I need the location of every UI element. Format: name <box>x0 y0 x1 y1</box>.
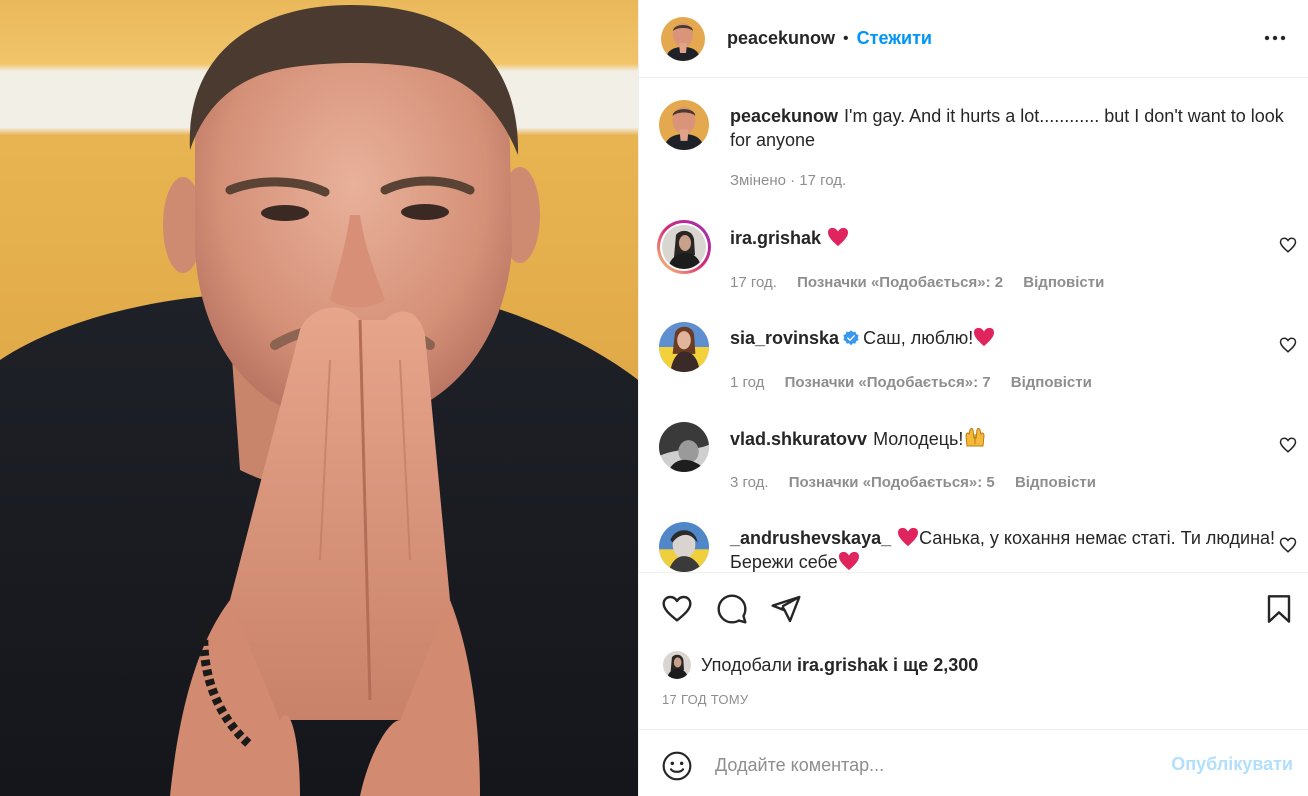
comment-text: Саш, люблю! <box>863 328 974 348</box>
separator-dot: • <box>843 29 849 47</box>
comment-text-block: vlad.shkuratovv Молодець! <box>730 426 1290 451</box>
add-comment-bar: Опублікувати <box>639 729 1308 796</box>
post-photo-image <box>0 0 638 796</box>
bookmark-icon[interactable] <box>1263 593 1295 625</box>
comment-item: ira.grishak 17 год. Позначки «Подобаєтьс… <box>657 220 1299 302</box>
caption-edited-time: Змінено · 17 год. <box>730 172 847 189</box>
post-actions-section: Уподобали ira.grishak і ще 2,300 17 ГОД … <box>639 572 1308 796</box>
comment-meta: 17 год. Позначки «Подобається»: 2 Відпов… <box>730 274 1120 291</box>
comment-like-heart-icon[interactable] <box>1279 536 1297 554</box>
heart-emoji-icon <box>974 327 995 347</box>
caption-row: peacekunow I'm gay. And it hurts a lot...… <box>659 100 1299 200</box>
comment-item: _andrushevskaya_ Санька, у кохання немає … <box>659 522 1299 572</box>
comment-item: sia_rovinska Саш, люблю! 1 год Позначки «… <box>659 322 1299 402</box>
author-avatar[interactable] <box>661 16 705 61</box>
reply-button[interactable]: Відповісти <box>1015 474 1096 491</box>
comment-text-block: _andrushevskaya_ Санька, у кохання немає … <box>730 526 1290 572</box>
comment-username[interactable]: _andrushevskaya_ <box>730 528 891 548</box>
caption-username[interactable]: peacekunow <box>730 106 838 126</box>
publish-button[interactable]: Опублікувати <box>1171 754 1293 775</box>
heart-emoji-icon <box>898 527 919 547</box>
comments-list[interactable]: peacekunow I'm gay. And it hurts a lot...… <box>639 78 1308 572</box>
story-ring[interactable] <box>657 220 711 274</box>
heart-icon[interactable] <box>661 593 693 625</box>
likes-summary: Уподобали ira.grishak і ще 2,300 <box>663 651 978 679</box>
post-panel: peacekunow • Стежити peacekunow I'm gay. … <box>638 0 1308 796</box>
likes-count[interactable]: і ще 2,300 <box>893 655 978 676</box>
post-time-ago[interactable]: 17 ГОД ТОМУ <box>662 692 748 707</box>
comment-likes[interactable]: Позначки «Подобається»: 7 <box>785 374 991 391</box>
caption-text-block: peacekunow I'm gay. And it hurts a lot...… <box>730 104 1290 152</box>
raised-hands-emoji-icon <box>965 428 985 447</box>
heart-emoji-icon <box>838 551 859 571</box>
comment-username[interactable]: sia_rovinska <box>730 328 839 348</box>
comment-meta: 1 год Позначки «Подобається»: 7 Відповіс… <box>730 374 1108 391</box>
verified-icon <box>843 330 859 346</box>
likes-user[interactable]: ira.grishak <box>797 655 888 676</box>
comment-like-heart-icon[interactable] <box>1279 236 1297 254</box>
caption-author-avatar[interactable] <box>659 100 709 150</box>
comment-avatar[interactable] <box>662 225 706 269</box>
caption-meta: Змінено · 17 год. <box>730 172 862 189</box>
comment-avatar[interactable] <box>659 422 709 472</box>
comment-item: vlad.shkuratovv Молодець! 3 год. Позначки… <box>659 422 1299 502</box>
comment-icon[interactable] <box>716 593 748 625</box>
reply-button[interactable]: Відповісти <box>1011 374 1092 391</box>
follow-button[interactable]: Стежити <box>857 28 932 49</box>
comment-username[interactable]: vlad.shkuratovv <box>730 429 867 449</box>
comment-avatar[interactable] <box>659 322 709 372</box>
comment-text-block: sia_rovinska Саш, люблю! <box>730 326 1290 350</box>
comment-time[interactable]: 17 год. <box>730 274 777 291</box>
author-username[interactable]: peacekunow <box>727 28 835 49</box>
comment-likes[interactable]: Позначки «Подобається»: 5 <box>789 474 995 491</box>
share-icon[interactable] <box>770 593 802 625</box>
comment-username[interactable]: ira.grishak <box>730 228 821 248</box>
heart-emoji-icon <box>828 227 849 247</box>
post-header: peacekunow • Стежити <box>639 0 1308 78</box>
liker-avatar[interactable] <box>663 651 691 679</box>
smile-icon[interactable] <box>661 750 693 782</box>
comment-time[interactable]: 1 год <box>730 374 764 391</box>
comment-likes[interactable]: Позначки «Подобається»: 2 <box>797 274 1003 291</box>
comment-like-heart-icon[interactable] <box>1279 336 1297 354</box>
comment-like-heart-icon[interactable] <box>1279 436 1297 454</box>
post-photo[interactable] <box>0 0 638 796</box>
comment-meta: 3 год. Позначки «Подобається»: 5 Відпові… <box>730 474 1112 491</box>
comment-time[interactable]: 3 год. <box>730 474 769 491</box>
comment-avatar[interactable] <box>659 522 709 572</box>
comment-text: Молодець! <box>873 429 964 449</box>
comment-input[interactable] <box>715 748 1155 782</box>
reply-button[interactable]: Відповісти <box>1023 274 1104 291</box>
more-icon[interactable] <box>1263 26 1287 50</box>
comment-text-block: ira.grishak <box>730 226 1290 250</box>
likes-prefix: Уподобали <box>701 654 792 675</box>
